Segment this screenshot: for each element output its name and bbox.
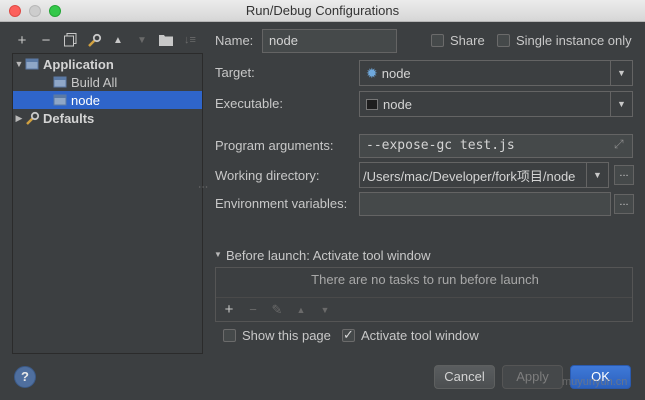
tree-label-application: Application — [43, 56, 114, 72]
edit-task-icon[interactable]: ✎ — [270, 302, 284, 318]
folder-icon[interactable] — [156, 30, 176, 50]
tree-item-node[interactable]: node — [13, 91, 202, 109]
browse-working-directory-button[interactable]: ... — [614, 165, 634, 185]
tree-item-build-all[interactable]: Build All — [13, 73, 202, 91]
copy-icon[interactable] — [60, 30, 80, 50]
config-toolbar: + − ▲ ▼ ↓≡ — [12, 30, 200, 50]
chevron-down-icon[interactable]: ▼ — [610, 92, 632, 116]
remove-task-icon[interactable]: − — [246, 302, 260, 317]
apply-button[interactable]: Apply — [502, 365, 563, 389]
target-label: Target: — [215, 65, 255, 80]
minimize-window-button[interactable] — [29, 5, 41, 17]
collapse-arrow-icon[interactable]: ▼ — [214, 250, 222, 259]
activate-tool-window-checkbox[interactable] — [342, 327, 355, 343]
tree-item-defaults[interactable]: ▶ Defaults — [13, 109, 202, 127]
working-directory-value: /Users/mac/Developer/fork项目/node — [363, 168, 576, 184]
move-down-icon[interactable]: ▼ — [132, 30, 152, 50]
add-icon[interactable]: + — [12, 30, 32, 50]
close-window-button[interactable] — [9, 5, 21, 17]
show-this-page-checkbox[interactable] — [223, 329, 236, 342]
expand-arrow-icon[interactable]: ▼ — [13, 59, 25, 69]
move-task-up-icon[interactable]: ▲ — [294, 305, 308, 315]
program-arguments-input[interactable]: --expose-gc test.js — [359, 134, 633, 158]
name-label: Name: — [215, 33, 254, 48]
title-bar: Run/Debug Configurations — [0, 0, 645, 22]
tree-item-application[interactable]: ▼ Application — [13, 55, 202, 73]
executable-select[interactable]: node ▼ — [359, 91, 633, 117]
before-launch-heading: Before launch: Activate tool window — [226, 248, 431, 263]
tree-label-build-all: Build All — [71, 74, 118, 90]
tree-label-node: node — [71, 92, 100, 108]
executable-label: Executable: — [215, 96, 283, 111]
share-checkbox[interactable] — [431, 34, 444, 47]
node-config-icon — [53, 93, 67, 107]
target-value: node — [381, 65, 411, 81]
tasks-toolbar: + − ✎ ▲ ▼ — [216, 297, 632, 321]
splitter-handle[interactable]: ⋮ — [197, 182, 208, 200]
tree-label-defaults: Defaults — [43, 110, 95, 126]
show-this-page-label: Show this page — [242, 328, 331, 343]
activate-tool-window-label: Activate tool window — [361, 328, 479, 343]
single-instance-checkbox[interactable] — [497, 34, 510, 47]
maximize-window-button[interactable] — [49, 5, 61, 17]
sort-icon[interactable]: ↓≡ — [180, 30, 200, 50]
program-arguments-label: Program arguments: — [215, 138, 334, 153]
empty-tasks-message: There are no tasks to run before launch — [311, 272, 539, 287]
target-select[interactable]: ✹ node ▼ — [359, 60, 633, 86]
terminal-icon — [366, 98, 378, 110]
build-config-icon — [53, 75, 67, 89]
environment-variables-input[interactable] — [359, 192, 611, 216]
gear-icon: ✹ — [366, 64, 378, 81]
share-label: Share — [450, 33, 485, 48]
working-directory-label: Working directory: — [215, 168, 320, 183]
watermark-text: muyunyun.cn — [562, 376, 628, 388]
name-input[interactable]: node — [262, 29, 397, 53]
chevron-down-icon[interactable]: ▼ — [586, 163, 608, 187]
move-up-icon[interactable]: ▲ — [108, 30, 128, 50]
expand-icon[interactable]: ⤢ — [614, 137, 624, 152]
single-instance-label: Single instance only — [516, 33, 632, 48]
collapse-arrow-icon[interactable]: ▶ — [13, 113, 25, 124]
remove-icon[interactable]: − — [36, 30, 56, 50]
window-title: Run/Debug Configurations — [245, 3, 400, 18]
wrench-icon[interactable] — [84, 30, 104, 50]
defaults-wrench-icon — [25, 111, 40, 125]
working-directory-select[interactable]: /Users/mac/Developer/fork项目/node ▼ — [359, 162, 609, 188]
before-launch-tasks-panel: There are no tasks to run before launch … — [215, 267, 633, 322]
application-icon — [25, 57, 39, 71]
help-button[interactable]: ? — [14, 366, 36, 388]
cancel-button[interactable]: Cancel — [434, 365, 495, 389]
add-task-icon[interactable]: + — [222, 301, 236, 318]
edit-environment-variables-button[interactable]: ... — [614, 194, 634, 214]
configurations-tree: ▼ Application Build All node ▶ Defaults — [12, 53, 203, 354]
environment-variables-label: Environment variables: — [215, 196, 348, 211]
chevron-down-icon[interactable]: ▼ — [610, 61, 632, 85]
executable-value: node — [383, 96, 412, 112]
move-task-down-icon[interactable]: ▼ — [318, 305, 332, 315]
